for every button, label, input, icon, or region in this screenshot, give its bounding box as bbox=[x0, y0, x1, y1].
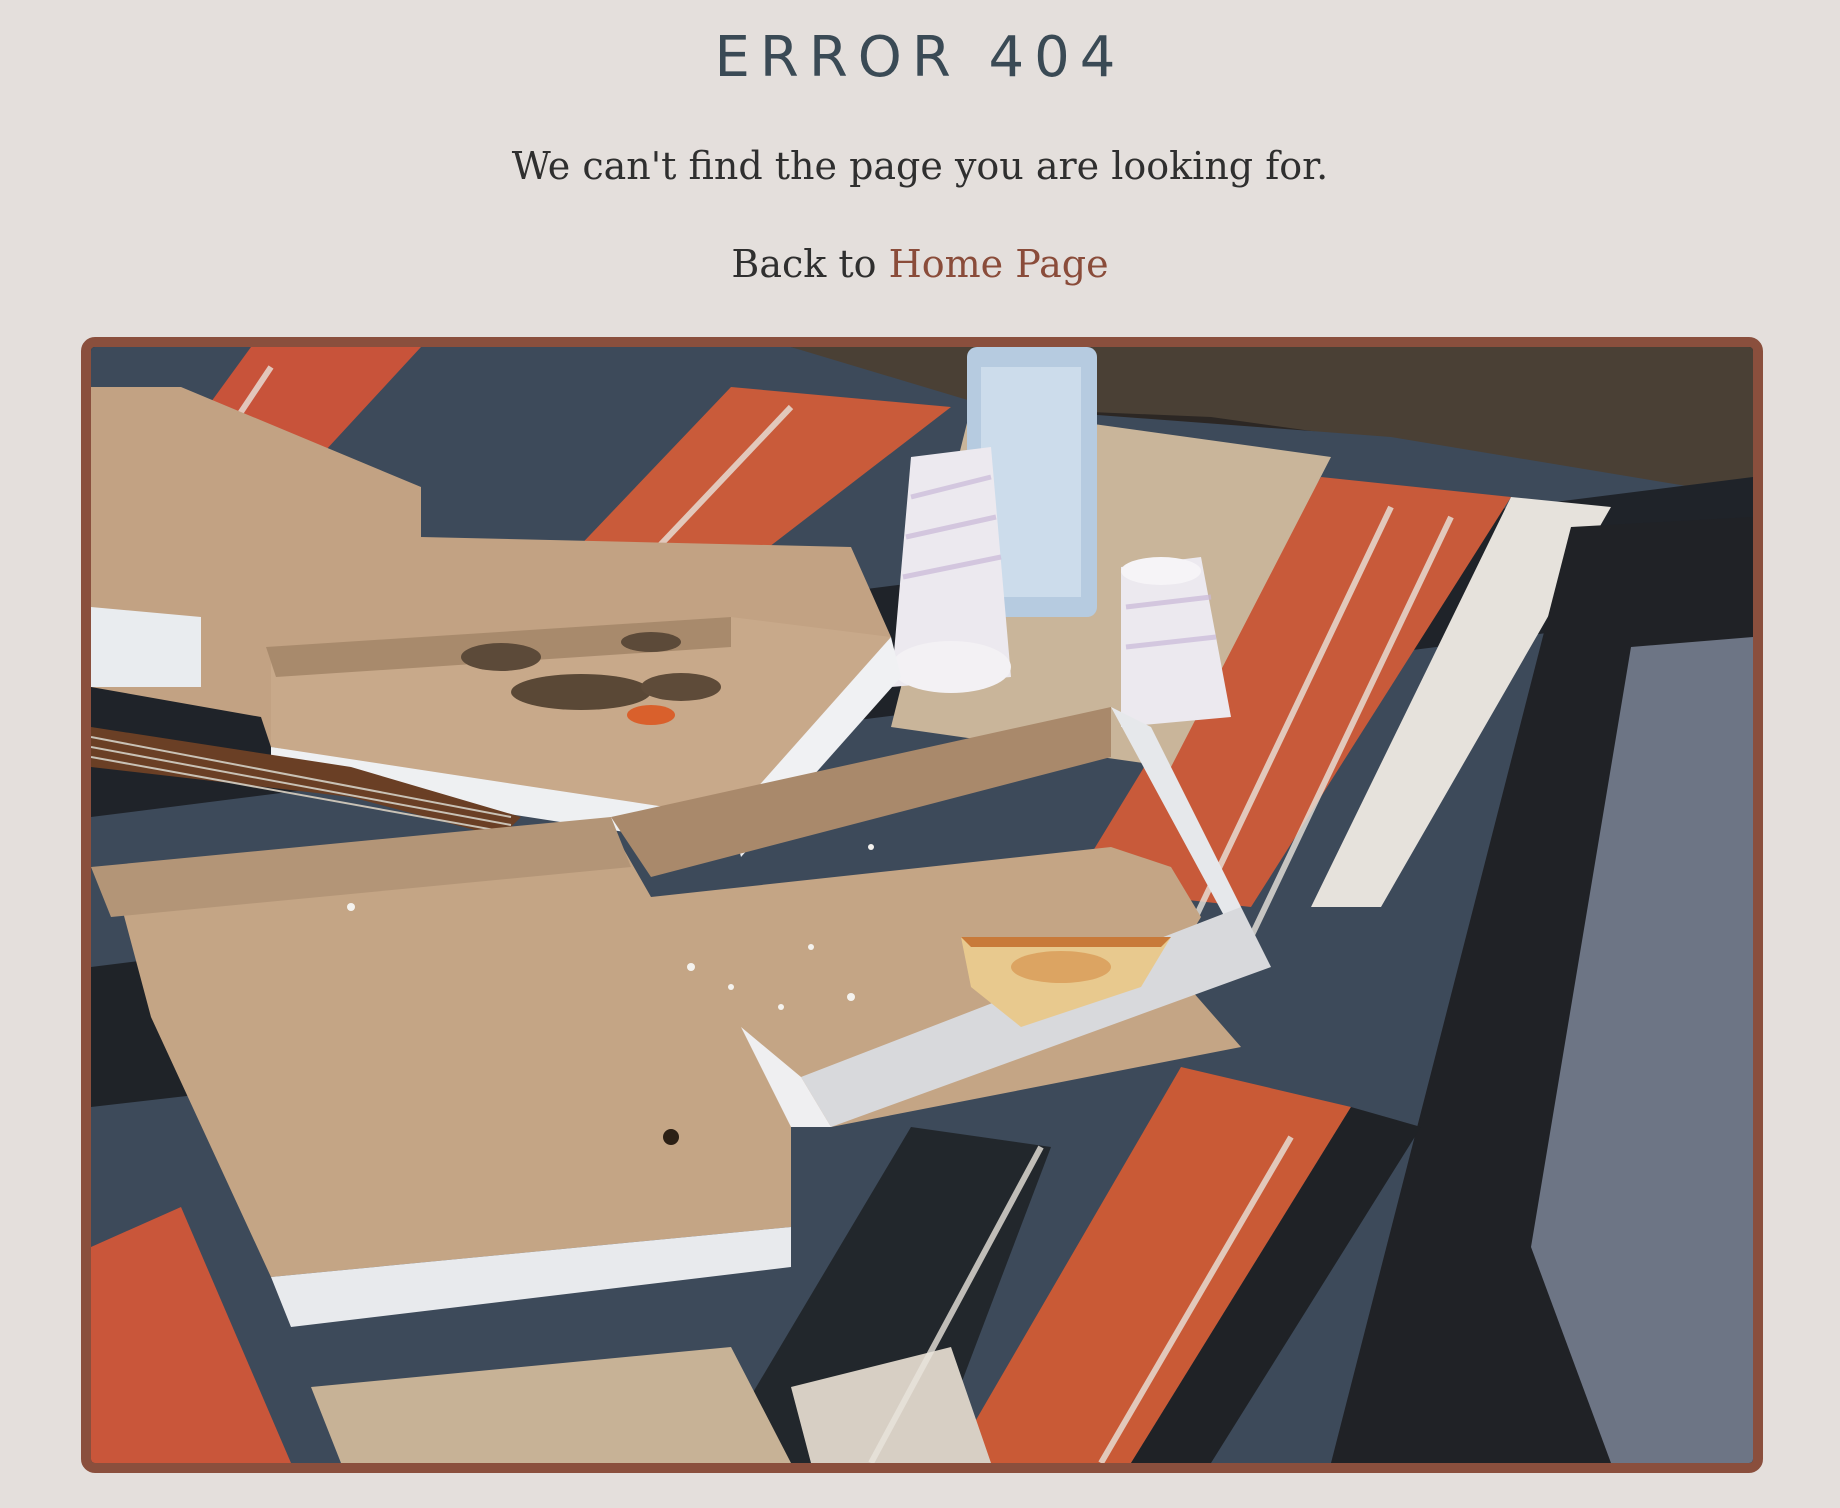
home-page-link[interactable]: Home Page bbox=[889, 242, 1109, 286]
back-prefix: Back to bbox=[731, 242, 889, 286]
error-title: ERROR 404 bbox=[714, 25, 1126, 90]
error-message: We can't find the page you are looking f… bbox=[511, 144, 1329, 188]
picnic-photo-illustration bbox=[91, 347, 1753, 1463]
picnic-photo bbox=[81, 337, 1763, 1473]
back-link-line: Back to Home Page bbox=[0, 234, 1840, 294]
